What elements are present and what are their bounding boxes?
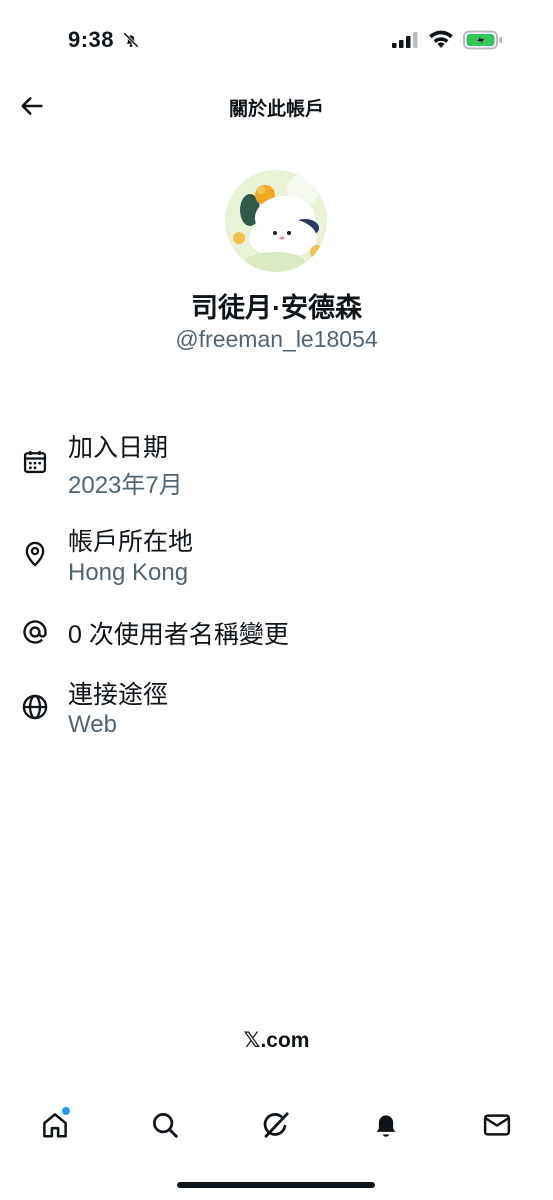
connected-via-label: 連接途徑 <box>68 681 169 709</box>
avatar-image <box>225 170 327 272</box>
home-indicator <box>177 1182 375 1188</box>
wifi-icon <box>429 30 453 48</box>
username-handle: @freeman_le18054 <box>175 326 378 352</box>
joined-date-label: 加入日期 <box>68 434 169 462</box>
grok-icon[interactable] <box>261 1110 291 1140</box>
username-changes-label: 0 次使用者名稱變更 <box>68 621 289 649</box>
battery-charging-icon <box>463 30 502 50</box>
at-sign-icon <box>23 620 47 644</box>
avatar[interactable] <box>225 170 327 272</box>
search-icon[interactable] <box>150 1110 180 1140</box>
home-notification-dot <box>61 1106 71 1116</box>
page-title: 關於此帳戶 <box>228 99 324 120</box>
globe-icon <box>22 694 48 720</box>
joined-date-value: 2023年7月 <box>68 472 183 499</box>
connected-via-value: Web <box>68 711 117 738</box>
account-location-value: Hong Kong <box>68 559 189 586</box>
account-location-label: 帳戶所在地 <box>68 528 194 556</box>
display-name: 司徒月·安德森 <box>191 293 362 323</box>
location-pin-icon <box>25 541 45 567</box>
messages-icon[interactable] <box>482 1110 512 1140</box>
calendar-icon <box>23 450 47 474</box>
x-com-link[interactable]: 𝕏.com <box>0 1028 553 1053</box>
status-time: 9:38 <box>68 27 115 52</box>
status-bar: 9:38 <box>0 0 553 80</box>
cellular-signal-icon <box>392 32 418 48</box>
notifications-bell-icon[interactable] <box>371 1110 401 1140</box>
bell-slash-icon <box>123 32 139 48</box>
